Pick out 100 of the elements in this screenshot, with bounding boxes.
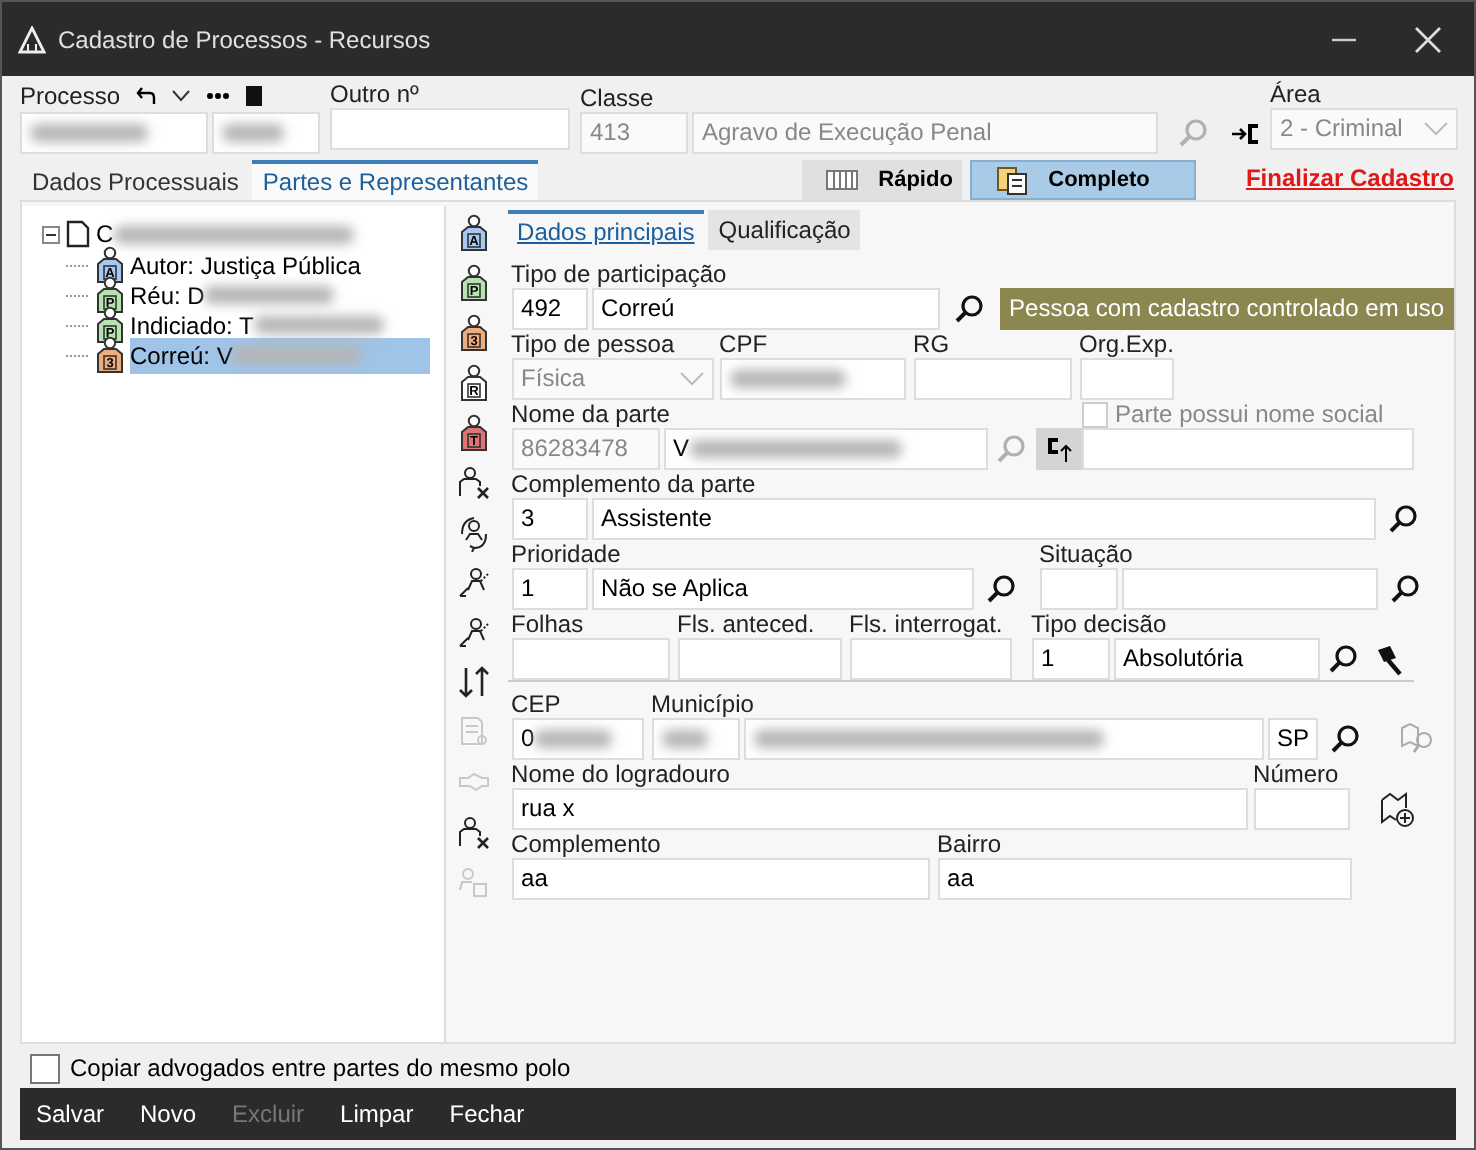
- input-field[interactable]: [849, 638, 1012, 680]
- map-add-icon[interactable]: [1379, 791, 1416, 827]
- field-value: Correú: [601, 292, 675, 326]
- input-field[interactable]: [1079, 358, 1174, 400]
- document-icon: [66, 220, 90, 248]
- field-value: V: [673, 432, 690, 466]
- footer-button[interactable]: Salvar: [24, 1096, 117, 1132]
- field-value: aa: [521, 862, 548, 896]
- sort-icon[interactable]: [458, 665, 491, 701]
- more-icon[interactable]: [206, 92, 231, 100]
- footer-button[interactable]: Fechar: [437, 1096, 537, 1132]
- input-field[interactable]: 1: [1031, 638, 1110, 680]
- search-icon[interactable]: [1328, 644, 1359, 674]
- tab[interactable]: Partes e Representantes: [252, 160, 539, 200]
- field-value: 0: [521, 722, 535, 756]
- field-label: Número: [1253, 760, 1341, 788]
- field-value: 1: [521, 572, 535, 606]
- tree-item[interactable]: C: [96, 216, 114, 252]
- input-field[interactable]: [913, 358, 1072, 400]
- input-field[interactable]: 492: [511, 288, 588, 330]
- field-label: Município: [651, 690, 756, 718]
- tree-item[interactable]: Autor: Justiça Pública: [130, 247, 361, 283]
- search-icon[interactable]: [954, 294, 985, 324]
- person-swap-icon[interactable]: [458, 615, 491, 651]
- tree-item[interactable]: Réu: D: [130, 277, 205, 313]
- collapse-icon[interactable]: [42, 225, 60, 243]
- person-remove-icon[interactable]: [458, 815, 491, 851]
- person-remove-icon[interactable]: [458, 465, 491, 501]
- input-field[interactable]: Absolutória: [1113, 638, 1320, 680]
- field-label: Nome do logradouro: [511, 760, 732, 788]
- input-field[interactable]: [1253, 788, 1350, 830]
- close-icon[interactable]: [1414, 25, 1442, 53]
- field-label: Tipo de participação: [511, 260, 729, 288]
- input-field[interactable]: rua x: [511, 788, 1248, 830]
- field-label: Folhas: [511, 610, 586, 638]
- footer-button[interactable]: Novo: [128, 1096, 209, 1132]
- field-label: Complemento: [511, 830, 663, 858]
- field-label: Processo: [20, 82, 121, 110]
- field-value: Absolutória: [1123, 642, 1244, 676]
- checkbox[interactable]: [30, 1053, 60, 1083]
- person-swap-icon[interactable]: [458, 565, 491, 601]
- input-field[interactable]: [719, 358, 906, 400]
- checkbox-label: Parte possui nome social: [1115, 400, 1384, 428]
- field-label: Prioridade: [511, 540, 623, 568]
- input-field[interactable]: [330, 108, 570, 150]
- field-value: Não se Aplica: [601, 572, 748, 606]
- app-logo-icon: [18, 25, 46, 53]
- field-label: Área: [1270, 80, 1323, 108]
- input-field[interactable]: [212, 112, 320, 154]
- input-field[interactable]: V: [663, 428, 988, 470]
- input-field[interactable]: [511, 638, 670, 680]
- caret-down-icon[interactable]: [172, 90, 191, 102]
- tab[interactable]: Qualificação: [708, 210, 861, 250]
- input-field[interactable]: [743, 718, 1264, 760]
- finalize-link[interactable]: Finalizar Cadastro: [1245, 160, 1454, 196]
- input-field[interactable]: Assistente: [591, 498, 1376, 540]
- input-field[interactable]: [20, 112, 208, 154]
- documents-icon: [996, 165, 1029, 195]
- field-value: 86283478: [521, 432, 628, 466]
- stop-icon[interactable]: [246, 86, 263, 106]
- field-value: Assistente: [601, 502, 712, 536]
- search-icon[interactable]: [1390, 574, 1421, 604]
- input-field[interactable]: [677, 638, 842, 680]
- field-label: Bairro: [937, 830, 1004, 858]
- field-value: aa: [947, 862, 974, 896]
- field-label: Tipo de pessoa: [511, 330, 677, 358]
- status-badge: Pessoa com cadastro controlado em uso: [999, 288, 1454, 330]
- search-icon[interactable]: [1388, 504, 1419, 534]
- select-value: 2 - Criminal: [1280, 112, 1403, 146]
- input-field[interactable]: Correú: [591, 288, 940, 330]
- window-title: Cadastro de Processos - Recursos: [58, 23, 433, 57]
- field-label: CEP: [511, 690, 563, 718]
- person-cycle-icon[interactable]: [458, 515, 491, 551]
- field-label: Outro nº: [330, 80, 421, 108]
- input-field[interactable]: aa: [937, 858, 1352, 900]
- link-button[interactable]: [1035, 428, 1084, 470]
- input-field[interactable]: [1081, 428, 1414, 470]
- input-field[interactable]: 1: [511, 568, 588, 610]
- input-field[interactable]: 3: [511, 498, 588, 540]
- view-button[interactable]: Completo: [970, 160, 1197, 200]
- view-button[interactable]: Rápido: [802, 160, 963, 200]
- input-field[interactable]: 0: [511, 718, 644, 760]
- input-field[interactable]: [1121, 568, 1378, 610]
- footer-button[interactable]: Limpar: [328, 1096, 426, 1132]
- input-field[interactable]: Não se Aplica: [591, 568, 974, 610]
- tree-item[interactable]: Indiciado: T: [130, 307, 254, 343]
- undo-icon[interactable]: [136, 86, 157, 106]
- search-icon[interactable]: [1330, 724, 1361, 754]
- field-label: Tipo decisão: [1031, 610, 1169, 638]
- tab[interactable]: Dados principais: [507, 210, 705, 250]
- field-value: SP: [1277, 722, 1310, 756]
- field-label: Classe: [580, 84, 656, 112]
- search-icon[interactable]: [986, 574, 1017, 604]
- tab[interactable]: Dados Processuais: [22, 164, 249, 200]
- input-field[interactable]: aa: [511, 858, 930, 900]
- link-arrow-icon[interactable]: [1232, 123, 1260, 143]
- input-field[interactable]: [651, 718, 740, 760]
- field-value: rua x: [521, 792, 575, 826]
- input-field[interactable]: [1039, 568, 1118, 610]
- input-field[interactable]: SP: [1267, 718, 1318, 760]
